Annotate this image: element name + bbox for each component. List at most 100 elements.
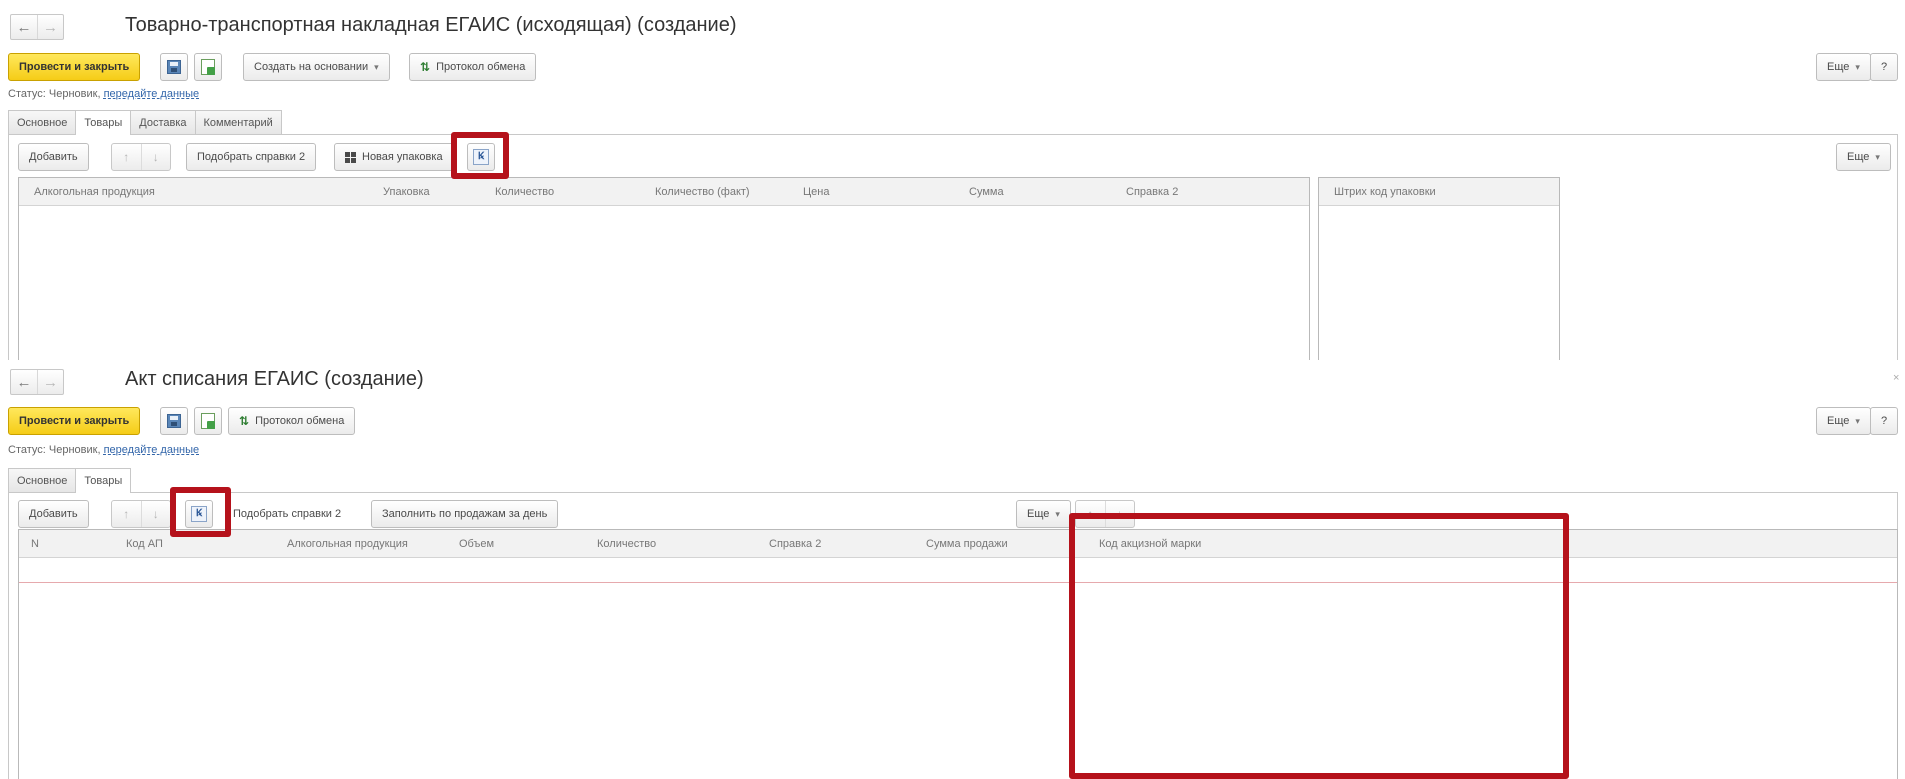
- tab-goods[interactable]: Товары: [75, 468, 132, 493]
- chevron-down-icon: ▾: [1875, 151, 1880, 162]
- move-down-icon[interactable]: ↓: [140, 144, 171, 170]
- move-down-icon[interactable]: ↓: [140, 501, 171, 527]
- back-arrow-icon[interactable]: ←: [11, 15, 37, 39]
- pick-excise-marks-button[interactable]: Ꝃ: [185, 500, 213, 528]
- column-header[interactable]: Справка 2: [1126, 178, 1178, 206]
- column-header[interactable]: Сумма: [969, 178, 1004, 206]
- status-label: Статус:: [8, 444, 46, 456]
- column-header[interactable]: Сумма продажи: [926, 530, 1008, 558]
- more-button[interactable]: Еще ▾: [1816, 53, 1871, 81]
- status-value: Черновик,: [48, 444, 101, 456]
- goods-more-label: Еще: [1847, 151, 1870, 163]
- add-button[interactable]: Добавить: [18, 143, 89, 171]
- create-based-on-button[interactable]: Создать на основании ▾: [243, 53, 390, 81]
- pick-mark-icon: Ꝃ: [473, 149, 489, 165]
- back-arrow-icon[interactable]: ←: [11, 370, 37, 394]
- save-button[interactable]: [160, 53, 188, 81]
- tab-main[interactable]: Основное: [8, 110, 77, 134]
- more-label: Еще: [1827, 61, 1850, 73]
- page-title: Товарно-транспортная накладная ЕГАИС (ис…: [125, 14, 737, 36]
- chevron-down-icon: ▾: [1055, 508, 1060, 519]
- column-header[interactable]: Код акцизной марки: [1099, 530, 1201, 558]
- chevron-down-icon: ▾: [374, 61, 379, 72]
- goods-more-button[interactable]: Еще ▾: [1016, 500, 1071, 528]
- move-down-icon[interactable]: ↓: [1104, 501, 1135, 527]
- pick-certificates-button[interactable]: Подобрать справки 2: [186, 143, 317, 171]
- exchange-icon: ⇅: [239, 414, 250, 428]
- more-button[interactable]: Еще ▾: [1816, 407, 1871, 435]
- chevron-down-icon: ▾: [1855, 415, 1860, 426]
- chevron-down-icon: ▾: [1855, 61, 1860, 72]
- help-button[interactable]: ?: [1870, 407, 1898, 435]
- send-data-link[interactable]: передайте данные: [104, 88, 200, 100]
- package-icon: [345, 151, 356, 163]
- status-line: Статус: Черновик, передайте данные: [8, 444, 199, 456]
- move-up-icon[interactable]: ↑: [112, 144, 141, 170]
- write-off-form-content: ← → Акт списания ЕГАИС (создание) × Пров…: [0, 360, 1905, 779]
- column-header[interactable]: Количество: [495, 178, 554, 206]
- column-header[interactable]: Количество: [597, 530, 656, 558]
- send-data-link[interactable]: передайте данные: [104, 444, 200, 456]
- tab-delivery[interactable]: Доставка: [130, 110, 196, 134]
- goods-table-header: Алкогольная продукция Упаковка Количеств…: [19, 178, 1309, 206]
- save-icon: [167, 60, 181, 74]
- move-up-icon[interactable]: ↑: [1076, 501, 1105, 527]
- goods-table: N Код АП Алкогольная продукция Объем Кол…: [18, 529, 1898, 779]
- add-button[interactable]: Добавить: [18, 500, 89, 528]
- status-label: Статус:: [8, 88, 46, 100]
- column-header[interactable]: Штрих код упаковки: [1334, 178, 1436, 206]
- exchange-log-button[interactable]: ⇅ Протокол обмена: [409, 53, 537, 81]
- goods-table-header: N Код АП Алкогольная продукция Объем Кол…: [19, 530, 1897, 558]
- report-button[interactable]: [194, 53, 222, 81]
- status-line: Статус: Черновик, передайте данные: [8, 88, 199, 100]
- pick-mark-icon: Ꝃ: [191, 506, 207, 522]
- column-header[interactable]: Код АП: [126, 530, 163, 558]
- status-value: Черновик,: [48, 88, 101, 100]
- tab-bar: Основное Товары: [8, 468, 132, 493]
- page-title: Акт списания ЕГАИС (создание): [125, 368, 424, 390]
- column-header[interactable]: Алкогольная продукция: [34, 178, 155, 206]
- goods-more-button[interactable]: Еще ▾: [1836, 143, 1891, 171]
- tab-goods[interactable]: Товары: [75, 110, 132, 135]
- post-and-close-button[interactable]: Провести и закрыть: [8, 407, 141, 435]
- row-divider: [19, 582, 1897, 583]
- exchange-icon: ⇅: [420, 60, 431, 74]
- document-icon: [201, 413, 215, 429]
- close-icon[interactable]: ×: [1893, 372, 1899, 384]
- help-button[interactable]: ?: [1870, 53, 1898, 81]
- column-header[interactable]: Алкогольная продукция: [287, 530, 408, 558]
- move-up-icon[interactable]: ↑: [112, 501, 141, 527]
- column-header[interactable]: Количество (факт): [655, 178, 750, 206]
- post-and-close-button[interactable]: Провести и закрыть: [8, 53, 141, 81]
- pick-excise-marks-button[interactable]: Ꝃ: [467, 143, 495, 171]
- tab-main[interactable]: Основное: [8, 468, 77, 492]
- pick-certificates-button[interactable]: Подобрать справки 2: [222, 500, 352, 528]
- document-icon: [201, 59, 215, 75]
- exchange-log-button[interactable]: ⇅ Протокол обмена: [228, 407, 356, 435]
- create-based-on-label: Создать на основании: [254, 61, 369, 73]
- forward-arrow-icon[interactable]: →: [37, 370, 63, 394]
- save-button[interactable]: [160, 407, 188, 435]
- nav-buttons: ← →: [10, 369, 64, 395]
- column-header[interactable]: Упаковка: [383, 178, 430, 206]
- column-header[interactable]: Цена: [803, 178, 829, 206]
- exchange-log-label: Протокол обмена: [436, 61, 526, 73]
- column-header[interactable]: Объем: [459, 530, 494, 558]
- tab-bar: Основное Товары Доставка Комментарий: [8, 110, 282, 135]
- forward-arrow-icon[interactable]: →: [37, 15, 63, 39]
- move-buttons: ↑ ↓: [111, 143, 171, 171]
- report-button[interactable]: [194, 407, 222, 435]
- exchange-log-label: Протокол обмена: [255, 415, 345, 427]
- new-package-label: Новая упаковка: [362, 151, 443, 163]
- goods-more-label: Еще: [1027, 508, 1050, 520]
- save-icon: [167, 414, 181, 428]
- column-header[interactable]: N: [31, 530, 39, 558]
- tab-comment[interactable]: Комментарий: [194, 110, 282, 134]
- column-header[interactable]: Справка 2: [769, 530, 821, 558]
- nav-buttons: ← →: [10, 14, 64, 40]
- more-label: Еще: [1827, 415, 1850, 427]
- move-buttons: ↑ ↓: [111, 500, 171, 528]
- package-barcode-header: Штрих код упаковки: [1319, 178, 1559, 206]
- fill-by-sales-button[interactable]: Заполнить по продажам за день: [371, 500, 559, 528]
- new-package-button[interactable]: Новая упаковка: [334, 143, 454, 171]
